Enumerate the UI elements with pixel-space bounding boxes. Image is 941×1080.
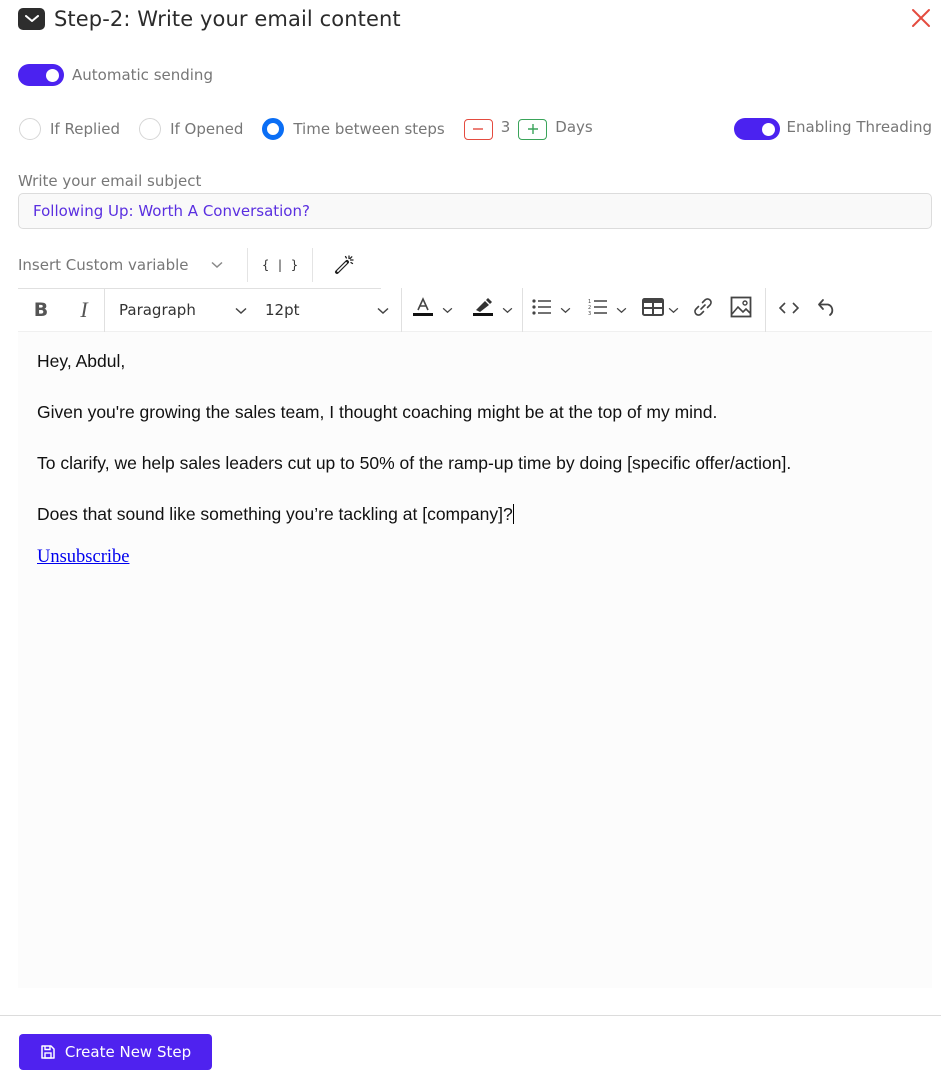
insert-custom-variable-select[interactable]: Insert Custom variable <box>18 248 247 282</box>
insert-variable-button[interactable]: { | } <box>248 248 312 282</box>
italic-icon: I <box>80 296 88 322</box>
email-body[interactable]: Hey, Abdul, Given you're growing the sal… <box>37 350 917 568</box>
page-title: Step-2: Write your email content <box>54 7 401 31</box>
body-paragraph-text: Does that sound like something you’re ta… <box>37 504 513 524</box>
email-editor: B I Paragraph 12pt 1 2 3 Hey, Abdul, Giv… <box>18 287 932 988</box>
chevron-down-icon <box>668 301 679 319</box>
insert-image-button[interactable] <box>721 293 761 327</box>
highlighter-icon <box>472 296 494 323</box>
close-icon[interactable] <box>911 8 931 28</box>
ai-assist-button[interactable] <box>313 248 377 282</box>
save-icon <box>41 1045 55 1059</box>
radio-time-between-steps[interactable] <box>262 118 285 140</box>
editor-toolbar: B I Paragraph 12pt 1 2 3 <box>18 287 932 332</box>
radio-label-if-replied: If Replied <box>50 120 121 138</box>
font-size-value: 12pt <box>265 300 300 319</box>
threading-row: Enabling Threading <box>733 117 932 140</box>
body-paragraph-last: Does that sound like something you’re ta… <box>37 503 917 525</box>
bold-button[interactable]: B <box>18 293 64 327</box>
toggle-knob <box>761 123 775 136</box>
table-button[interactable] <box>635 293 685 327</box>
chevron-down-icon <box>442 301 453 319</box>
undo-icon <box>817 297 837 322</box>
enabling-threading-label: Enabling Threading <box>786 117 932 136</box>
chevron-down-icon <box>616 301 627 319</box>
source-code-button[interactable] <box>766 293 812 327</box>
undo-button[interactable] <box>812 293 842 327</box>
subject-input[interactable] <box>18 193 932 229</box>
numbered-list-icon: 123 <box>588 298 608 321</box>
increment-days-button[interactable] <box>518 118 548 140</box>
text-color-icon <box>412 296 434 323</box>
radio-if-replied[interactable] <box>19 118 41 140</box>
bullet-list-button[interactable] <box>523 293 579 327</box>
footer-divider <box>0 1015 941 1016</box>
text-color-button[interactable] <box>402 293 462 327</box>
dialog-header: Step-2: Write your email content <box>18 6 401 32</box>
chevron-down-icon <box>211 256 223 274</box>
create-new-step-button[interactable]: Create New Step <box>19 1034 212 1070</box>
automatic-sending-toggle[interactable] <box>18 64 64 86</box>
highlight-color-button[interactable] <box>462 293 522 327</box>
italic-button[interactable]: I <box>64 293 104 327</box>
divider <box>18 288 381 289</box>
send-condition-group: If Replied If Opened Time between steps … <box>19 117 593 141</box>
font-size-select[interactable]: 12pt <box>253 293 401 327</box>
enabling-threading-toggle[interactable] <box>733 118 780 140</box>
insert-link-button[interactable] <box>685 293 721 327</box>
code-icon <box>778 301 800 319</box>
radio-label-if-opened: If Opened <box>170 120 244 138</box>
link-icon <box>692 296 714 323</box>
radio-label-time-between-steps: Time between steps <box>293 120 445 138</box>
table-icon <box>641 298 664 321</box>
unsubscribe-link[interactable]: Unsubscribe <box>37 547 129 567</box>
block-format-select[interactable]: Paragraph <box>105 293 253 327</box>
numbered-list-button[interactable]: 123 <box>579 293 635 327</box>
block-format-value: Paragraph <box>119 300 196 319</box>
insert-custom-variable-label: Insert Custom variable <box>18 256 189 274</box>
subject-label: Write your email subject <box>18 172 202 190</box>
variable-toolbar: Insert Custom variable { | } <box>18 248 377 282</box>
chevron-down-icon <box>377 301 389 319</box>
decrement-days-button[interactable] <box>463 118 493 140</box>
chevron-down-icon <box>502 301 513 319</box>
days-value: 3 <box>500 118 511 136</box>
automatic-sending-row: Automatic sending <box>18 64 213 86</box>
magic-wand-icon <box>334 253 356 278</box>
body-paragraph: To clarify, we help sales leaders cut up… <box>37 453 792 473</box>
text-cursor <box>512 504 514 524</box>
chevron-down-icon <box>235 301 247 319</box>
bullet-list-icon <box>531 298 552 321</box>
radio-if-opened[interactable] <box>139 118 162 140</box>
body-paragraph: Given you're growing the sales team, I t… <box>37 402 718 422</box>
toggle-knob <box>46 69 59 82</box>
create-new-step-label: Create New Step <box>64 1043 192 1061</box>
image-icon <box>730 296 752 323</box>
automatic-sending-label: Automatic sending <box>72 66 213 84</box>
body-paragraph: Hey, Abdul, <box>37 351 126 371</box>
svg-text:3: 3 <box>588 311 591 316</box>
bold-icon: B <box>33 298 49 321</box>
mail-icon <box>18 8 45 30</box>
chevron-down-icon <box>560 301 571 319</box>
days-unit-label: Days <box>555 118 593 136</box>
